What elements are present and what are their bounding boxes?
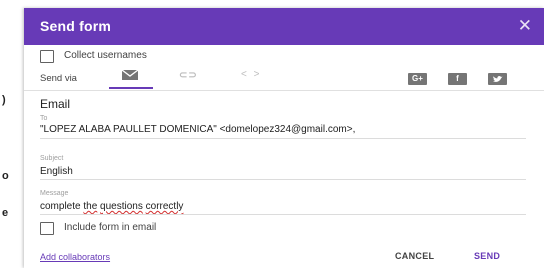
- subject-underline: [40, 179, 526, 180]
- background-fragment: e: [2, 207, 9, 219]
- email-section-title: Email: [40, 97, 71, 111]
- to-underline: [40, 138, 526, 139]
- message-underline: [40, 214, 526, 215]
- google-plus-button[interactable]: G+: [408, 73, 427, 85]
- twitter-icon: [493, 75, 503, 82]
- facebook-button[interactable]: f: [448, 73, 467, 85]
- collect-usernames-checkbox[interactable]: [40, 50, 54, 63]
- send-via-tabs: Send via ⊂⊃ < > G+ f: [24, 64, 544, 91]
- message-word-misspelled: questions: [100, 201, 143, 212]
- to-label: To: [40, 115, 48, 122]
- subject-field[interactable]: English: [40, 166, 73, 177]
- dialog-header: Send form ✕: [24, 8, 544, 45]
- close-icon[interactable]: ✕: [518, 16, 532, 36]
- subject-label: Subject: [40, 155, 64, 162]
- message-label: Message: [40, 190, 69, 197]
- dialog-title: Send form: [40, 18, 112, 34]
- send-button[interactable]: SEND: [474, 251, 500, 261]
- twitter-button[interactable]: [488, 73, 507, 85]
- message-word-misspelled: the: [83, 201, 98, 212]
- send-via-label: Send via: [40, 73, 77, 84]
- background-page: ) o e: [0, 0, 24, 268]
- include-form-label: Include form in email: [64, 222, 157, 233]
- include-form-checkbox[interactable]: [40, 222, 54, 235]
- tab-embed[interactable]: < >: [229, 64, 273, 89]
- send-form-dialog: Send form ✕ Collect usernames Send via ⊂…: [24, 8, 544, 268]
- background-fragment: ): [2, 94, 6, 106]
- background-fragment: o: [2, 170, 9, 182]
- message-word-misspelled: correctly: [145, 201, 184, 212]
- cancel-button[interactable]: CANCEL: [395, 251, 434, 261]
- link-icon: ⊂⊃: [179, 70, 198, 81]
- embed-icon: < >: [241, 69, 262, 80]
- to-field[interactable]: "LOPEZ ALABA PAULLET DOMENICA" <domelope…: [40, 124, 355, 135]
- message-text: complete: [40, 201, 84, 212]
- facebook-icon: f: [456, 74, 459, 83]
- tab-email[interactable]: [109, 64, 153, 89]
- add-collaborators-link[interactable]: Add collaborators: [40, 252, 110, 262]
- google-plus-icon: G+: [412, 74, 423, 83]
- email-icon: [121, 69, 139, 80]
- tab-link[interactable]: ⊂⊃: [169, 64, 213, 89]
- collect-usernames-label: Collect usernames: [64, 50, 147, 61]
- message-field[interactable]: complete the questions correctly: [40, 201, 183, 212]
